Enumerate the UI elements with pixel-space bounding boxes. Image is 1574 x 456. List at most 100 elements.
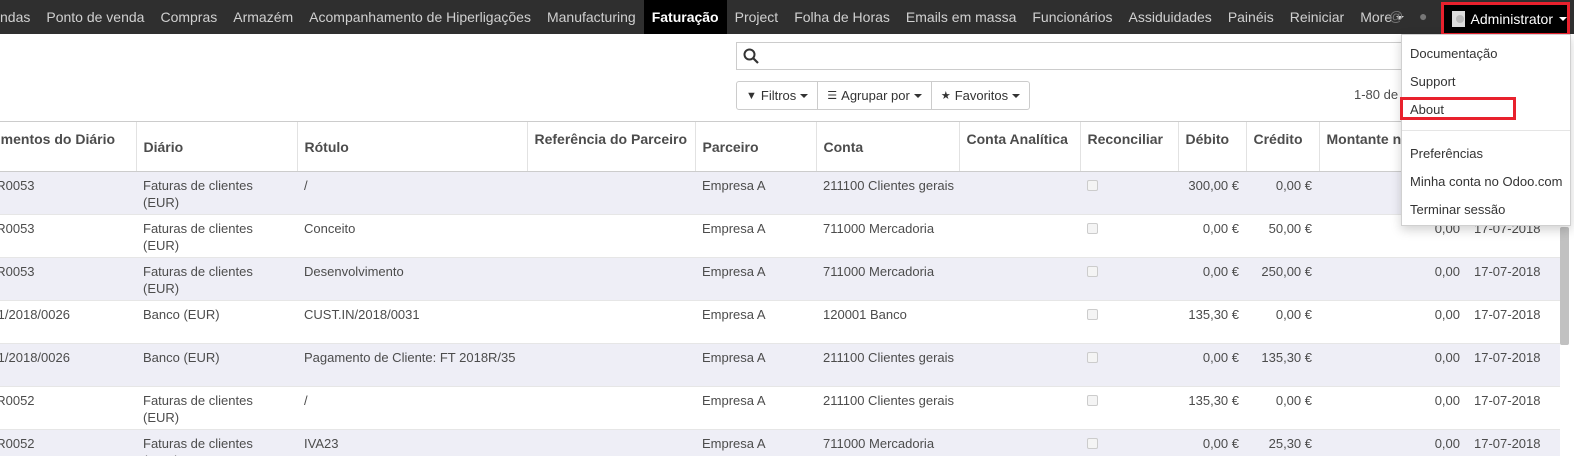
table-cell [959,171,1080,215]
column-header[interactable]: Crédito [1246,122,1320,172]
menu-item[interactable]: Funcionários [1024,0,1120,34]
table-cell: Empresa A [695,386,816,430]
table-cell: 17-07-2018 [1467,386,1560,430]
table-cell: K1/2018/0026 [0,300,136,344]
table-cell: Empresa A [695,171,816,215]
scrollbar[interactable] [1560,227,1569,345]
avatar [1452,11,1465,27]
favorites-button[interactable]: ★ Favoritos [930,81,1031,110]
about-highlight [1400,97,1516,120]
menu-item-support[interactable]: Support [1410,74,1456,89]
table-cell: 711000 Mercadoria [816,214,959,258]
menu-item[interactable]: Emails em massa [898,0,1024,34]
menu-item[interactable]: ndas [0,0,38,34]
column-header[interactable]: Débito [1178,122,1247,172]
search-input[interactable] [765,46,1405,66]
star-icon: ★ [940,90,951,102]
menu-item[interactable]: Painéis [1220,0,1282,34]
column-header[interactable]: Referência do Parceiro [527,122,696,172]
menu-item[interactable]: Manufacturing [539,0,644,34]
menu-item[interactable]: Compras [152,0,225,34]
table-cell: 8R0053 [0,257,136,301]
table-cell: 211100 Clientes gerais [816,343,959,387]
menu-item-label: Compras [160,9,218,25]
favorites-label: Favoritos [954,88,1009,103]
menu-item-logout[interactable]: Terminar sessão [1410,202,1505,217]
table-cell: Banco (EUR) [136,343,297,387]
table-cell [1080,429,1178,456]
menu-item[interactable]: Armazém [225,0,301,34]
column-header[interactable]: Reconciliar [1080,122,1179,172]
reconcile-checkbox[interactable] [1087,179,1098,191]
menu-item-documentation[interactable]: Documentação [1410,46,1497,61]
table-body: 8R0053Faturas de clientes (EUR)/Empresa … [0,171,1560,456]
table-cell: 0,00 € [1178,214,1246,258]
menu-item-preferences[interactable]: Preferências [1410,146,1483,161]
table-cell: 8R0052 [0,429,136,456]
search-bar[interactable] [736,42,1416,70]
menu-item[interactable]: Project [727,0,787,34]
column-header[interactable]: Diário [136,122,298,172]
menu-item[interactable]: Assiduidades [1121,0,1220,34]
table-cell: 17-07-2018 [1467,257,1560,301]
table-cell [527,343,695,387]
menu-item[interactable]: Folha de Horas [786,0,898,34]
menu-item-odoo-account[interactable]: Minha conta no Odoo.com [1410,174,1562,189]
table-cell: 0,00 [1319,343,1467,387]
menu-item[interactable]: Reiniciar [1282,0,1352,34]
at-icon[interactable]: @ [1389,8,1403,24]
menu-item-label: Project [734,9,779,25]
reconcile-checkbox[interactable] [1087,265,1098,277]
menu-item-label: Reiniciar [1289,9,1345,25]
column-header[interactable]: vimentos do Diário [0,122,137,172]
table-cell [527,300,695,344]
table-cell [527,171,695,215]
table-row[interactable]: 8R0053Faturas de clientes (EUR)/ Empresa … [0,171,1560,215]
table-row[interactable]: K1/2018/0026Banco (EUR)CUST.IN/2018/0031… [0,300,1560,344]
menu-item[interactable]: Acompanhamento de Hiperligações [301,0,539,34]
table-cell: 0,00 [1319,386,1467,430]
table-row[interactable]: 8R0052Faturas de clientes (EUR)IVA23 Empr… [0,429,1560,456]
table-cell [1080,300,1178,344]
menu-item[interactable]: Ponto de venda [38,0,152,34]
menu-item-label: ndas [0,9,31,25]
table-cell [527,386,695,430]
table-cell: Pagamento de Cliente: FT 2018R/35 [297,343,527,387]
column-header[interactable]: Conta [816,122,960,172]
column-header[interactable]: Conta Analítica [959,122,1081,172]
table-cell: 711000 Mercadoria [816,429,959,456]
search-options: ▼ Filtros ☰ Agrupar por ★ Favoritos [736,81,1031,110]
table-cell: Desenvolvimento [297,257,527,301]
table-cell: 0,00 [1319,300,1467,344]
filters-label: Filtros [760,88,797,103]
pager-value[interactable]: 1-80 de [1354,87,1398,102]
reconcile-checkbox[interactable] [1087,394,1098,406]
table-cell: 0,00 € [1178,429,1246,456]
table-row[interactable]: 8R0053Faturas de clientes (EUR)Desenvolv… [0,257,1560,301]
column-header[interactable]: Parceiro [695,122,817,172]
table-cell: 211100 Clientes gerais [816,386,959,430]
reconcile-checkbox[interactable] [1087,437,1098,449]
group-by-button[interactable]: ☰ Agrupar por [817,81,932,110]
filter-icon: ▼ [746,89,757,102]
table-row[interactable]: 8R0053Faturas de clientes (EUR)Conceito E… [0,214,1560,258]
table-row[interactable]: 8R0052Faturas de clientes (EUR)/ Empresa … [0,386,1560,430]
menu-item[interactable]: Faturação [643,0,727,34]
table-cell: 17-07-2018 [1467,429,1560,456]
column-header[interactable]: Rótulo [297,122,528,172]
table-cell: Empresa A [695,257,816,301]
reconcile-checkbox[interactable] [1087,308,1098,320]
table-cell: 300,00 € [1178,171,1246,215]
chat-icon[interactable]: ● [1419,8,1427,24]
filters-button[interactable]: ▼ Filtros [736,81,819,110]
table-cell: 135,30 € [1178,386,1246,430]
table-cell [959,214,1080,258]
table-header: vimentos do Diário Diário Rótulo Referência… [0,122,1560,172]
user-menu-button[interactable]: Administrator [1441,2,1570,36]
table-cell [527,429,695,456]
table-row[interactable]: K1/2018/0026Banco (EUR)Pagamento de Clie… [0,343,1560,387]
reconcile-checkbox[interactable] [1087,222,1098,234]
menu-item-label: Funcionários [1032,9,1113,25]
reconcile-checkbox[interactable] [1087,351,1098,363]
table-cell: 250,00 € [1246,257,1319,301]
